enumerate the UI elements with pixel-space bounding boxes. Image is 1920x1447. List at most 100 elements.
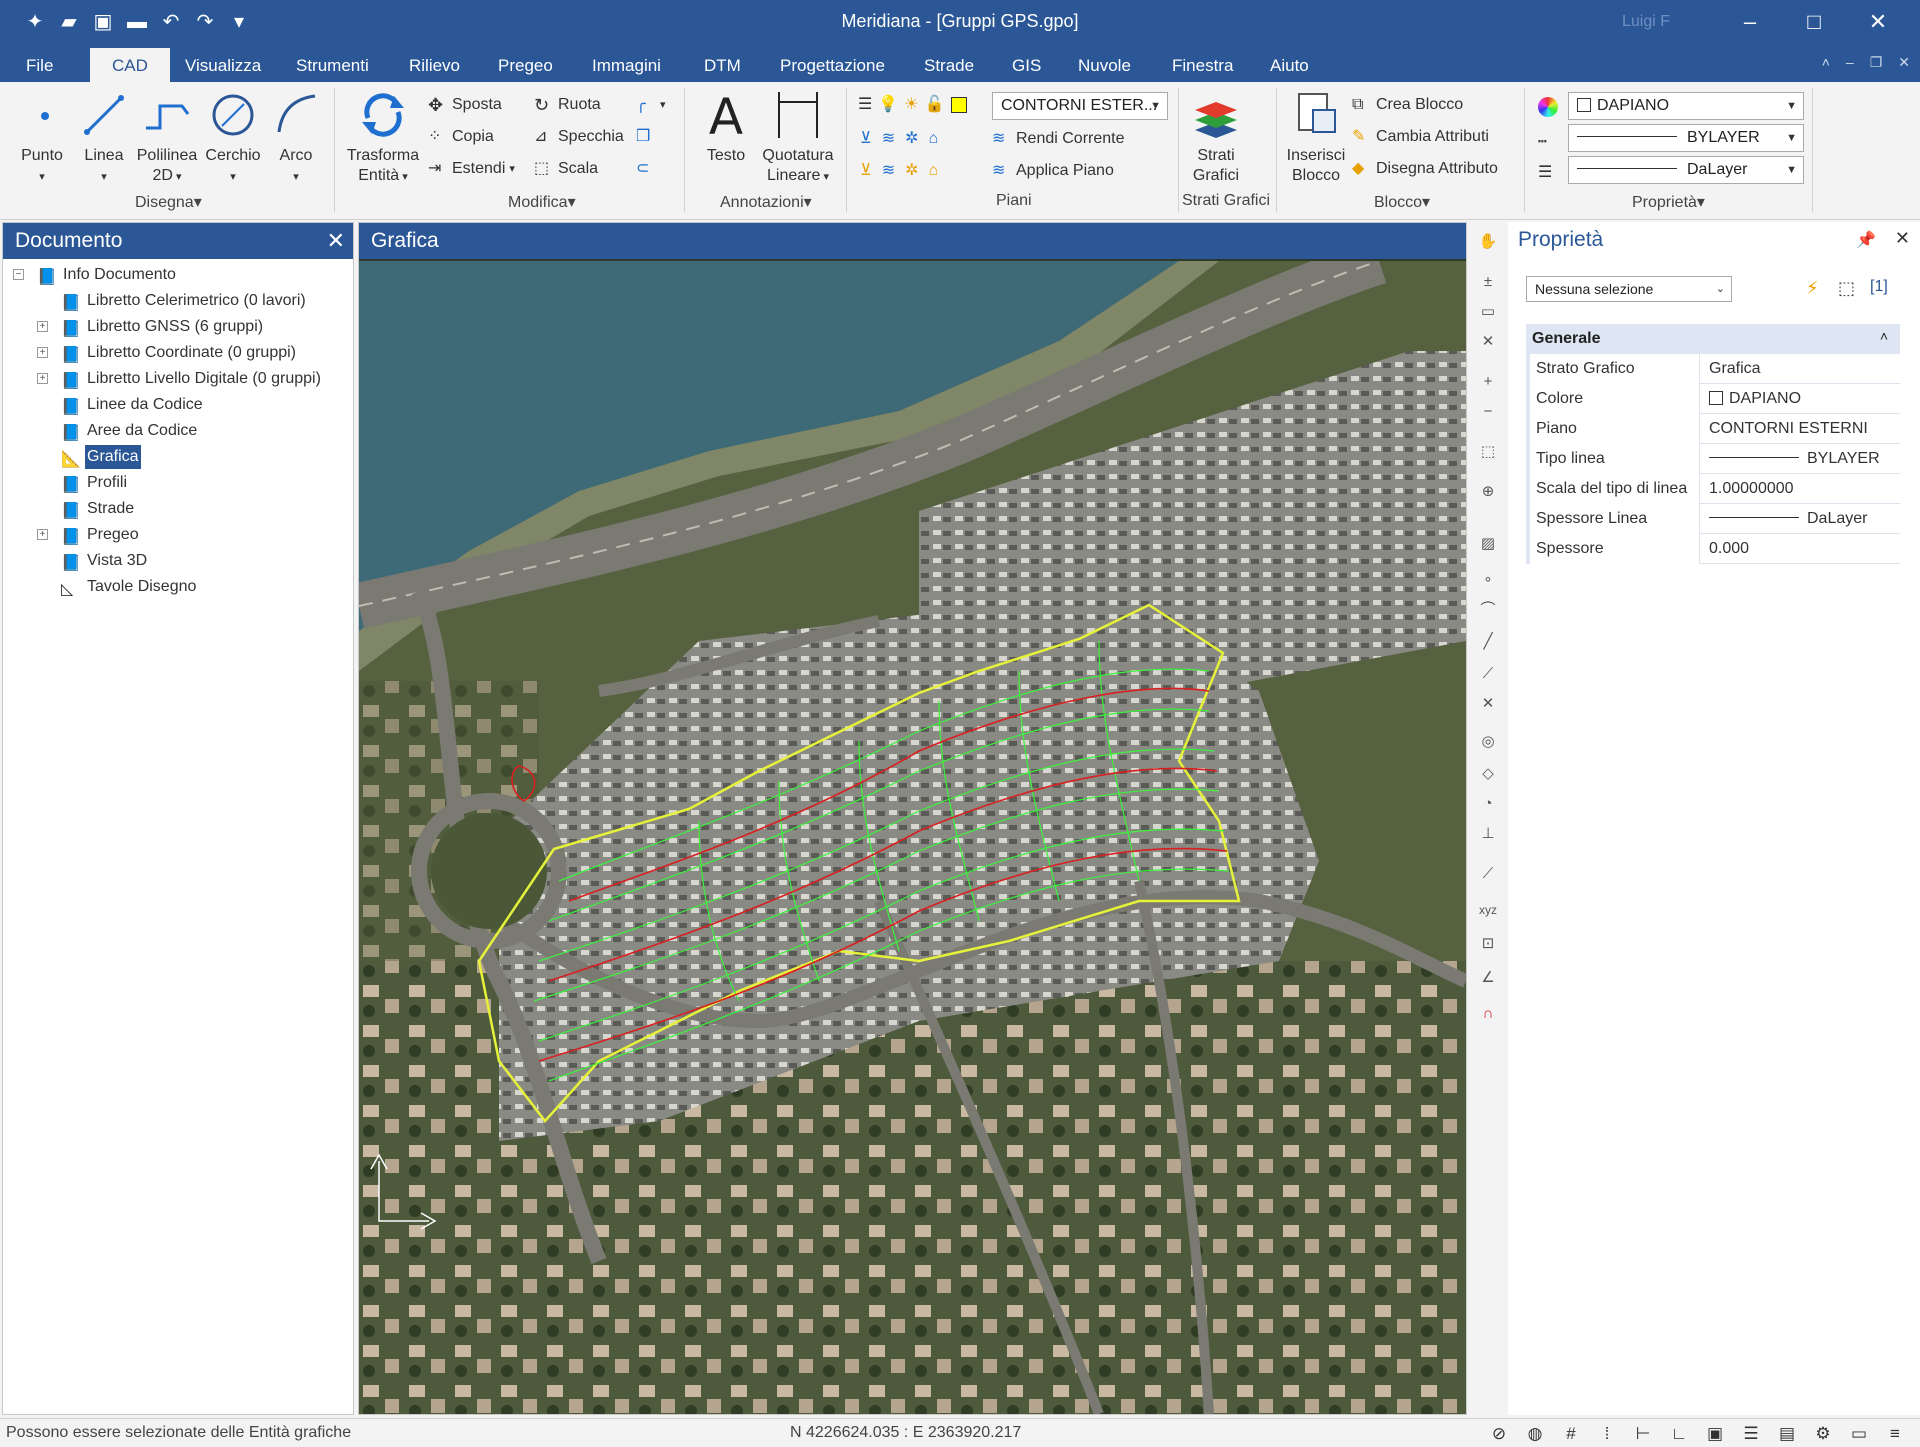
zoom-extents-icon[interactable]: ✕ <box>1476 330 1500 354</box>
prop-row-spessore[interactable]: Spessore 0.000 <box>1530 534 1900 564</box>
selection-combo[interactable]: Nessuna selezione ⌄ <box>1526 276 1732 302</box>
prop-row-piano[interactable]: Piano CONTORNI ESTERNI <box>1530 414 1900 444</box>
menu-cad[interactable]: CAD <box>90 48 170 82</box>
pan-hand-icon[interactable]: ✋ <box>1476 230 1500 254</box>
menu-visualizza[interactable]: Visualizza <box>185 44 261 82</box>
snap-tangent-icon[interactable]: ◔ <box>1476 792 1500 816</box>
arco-button[interactable]: Arco ▾ <box>268 88 324 187</box>
prop-value[interactable]: 0.000 <box>1701 534 1899 564</box>
orbit-icon[interactable]: ⊕ <box>1476 480 1500 504</box>
applica-piano-button[interactable]: ≋ Applica Piano <box>992 158 1114 184</box>
snap-grid-icon[interactable]: ▨ <box>1476 532 1500 556</box>
menu-immagini[interactable]: Immagini <box>592 44 661 82</box>
linea-button[interactable]: Linea ▾ <box>76 88 132 187</box>
disegna-attributo-button[interactable]: ◆ Disegna Attributo <box>1352 156 1498 182</box>
close-icon[interactable]: ✕ <box>1846 6 1910 38</box>
menu-nuvole[interactable]: Nuvole <box>1078 44 1131 82</box>
menu-rilievo[interactable]: Rilievo <box>409 44 460 82</box>
strati-grafici-button[interactable]: Strati Grafici <box>1184 88 1248 186</box>
polar-icon[interactable]: ∟ <box>1664 1422 1694 1446</box>
layout-icon[interactable]: ▣ <box>1700 1422 1730 1446</box>
snap-point-icon[interactable]: ∘ <box>1476 568 1500 592</box>
magnet-icon[interactable]: ∩ <box>1476 1002 1500 1026</box>
map-drawing[interactable] <box>359 261 1466 1414</box>
prop-row-strato-grafico[interactable]: Strato Grafico Grafica <box>1530 354 1900 384</box>
map-canvas[interactable] <box>359 261 1466 1414</box>
menu-dtm[interactable]: DTM <box>704 44 741 82</box>
maximize-icon[interactable]: □ <box>1782 6 1846 38</box>
close-icon[interactable]: ✕ <box>327 223 345 259</box>
menu-finestra[interactable]: Finestra <box>1172 44 1233 82</box>
snap-center-icon[interactable]: ◎ <box>1476 730 1500 754</box>
doc-restore-icon[interactable]: ❐ <box>1870 54 1883 71</box>
trasforma-entita-button[interactable]: Trasforma Entità ▾ <box>340 88 426 187</box>
minimize-icon[interactable]: – <box>1718 6 1782 38</box>
user-name[interactable]: Luigi F <box>1622 13 1670 31</box>
menu-aiuto[interactable]: Aiuto <box>1270 44 1309 82</box>
ribbon-collapse-icon[interactable]: ˄ <box>1822 54 1830 71</box>
snap-midpoint-icon[interactable]: ⟋ <box>1476 662 1500 686</box>
zoom-window-icon[interactable]: ± <box>1476 270 1500 294</box>
settings-icon[interactable]: ⚙ <box>1808 1422 1838 1446</box>
zoom-in-icon[interactable]: + <box>1476 370 1500 394</box>
layer-tool-icon[interactable]: ✲ <box>905 126 918 152</box>
expand-icon[interactable]: + <box>37 529 48 540</box>
snap-perpendicular-icon[interactable]: ⊥ <box>1476 822 1500 846</box>
current-layer-combo[interactable]: CONTORNI ESTER... ▼ <box>992 92 1168 120</box>
prop-value[interactable]: Grafica <box>1701 354 1899 384</box>
lineweight-toggle-icon[interactable]: ☰ <box>1736 1422 1766 1446</box>
prop-row-scala-tipo-linea[interactable]: Scala del tipo di linea 1.00000000 <box>1530 474 1900 504</box>
prop-value-color[interactable]: DAPIANO <box>1701 384 1899 414</box>
quotatura-lineare-button[interactable]: Quotatura Lineare ▾ <box>758 88 838 187</box>
snap-intersection-icon[interactable]: ✕ <box>1476 692 1500 716</box>
snap-quadrant-icon[interactable]: ◇ <box>1476 762 1500 786</box>
prop-row-tipo-linea[interactable]: Tipo linea BYLAYER <box>1530 444 1900 474</box>
prop-value[interactable]: CONTORNI ESTERNI <box>1701 414 1899 444</box>
fillet-button[interactable]: ╭ ▾ <box>636 92 666 118</box>
color-combo[interactable]: DAPIANO ▼ <box>1568 92 1804 120</box>
doc-minimize-icon[interactable]: – <box>1846 54 1854 71</box>
crea-blocco-button[interactable]: ⧉ Crea Blocco <box>1352 92 1463 118</box>
estendi-button[interactable]: ⇥ Estendi ▾ <box>428 156 515 182</box>
cambia-attributi-button[interactable]: ✎ Cambia Attributi <box>1352 124 1489 150</box>
menu-progettazione[interactable]: Progettazione <box>780 44 885 82</box>
layer-color-swatch[interactable] <box>950 97 967 113</box>
snap-nearest-icon[interactable]: ⟋ <box>1476 862 1500 886</box>
inserisci-blocco-button[interactable]: Inserisci Blocco <box>1284 88 1348 186</box>
layer-tool-icon[interactable]: ✲ <box>905 158 918 184</box>
snap-node-icon[interactable]: ⌒ <box>1476 598 1500 622</box>
polilinea-button[interactable]: Polilinea 2D ▾ <box>134 88 200 187</box>
layer-list-icon[interactable]: ☰ <box>858 92 872 118</box>
sposta-button[interactable]: ✥ Sposta <box>428 92 502 118</box>
rendi-corrente-button[interactable]: ≋ Rendi Corrente <box>992 126 1125 152</box>
prop-value[interactable]: 1.00000000 <box>1701 474 1899 504</box>
quick-select-icon[interactable]: ⚡ <box>1806 278 1819 299</box>
doc-close-icon[interactable]: ✕ <box>1898 54 1910 71</box>
array-button[interactable]: ❒ <box>636 124 656 150</box>
layer-tool-icon[interactable]: ⊻ <box>860 158 872 184</box>
select-objects-icon[interactable]: ⬚ <box>1838 278 1855 299</box>
layer-tool-icon[interactable]: ≋ <box>882 158 895 184</box>
monitor-icon[interactable]: ▭ <box>1844 1422 1874 1446</box>
expand-icon[interactable]: + <box>37 373 48 384</box>
layer-tool-icon[interactable]: ⊻ <box>860 126 872 152</box>
ortho-icon[interactable]: ⊢ <box>1628 1422 1658 1446</box>
bulb-icon[interactable]: 💡 <box>878 92 898 118</box>
menu-strade[interactable]: Strade <box>924 44 974 82</box>
zoom-out-icon[interactable]: − <box>1476 400 1500 424</box>
expand-icon[interactable]: + <box>37 321 48 332</box>
sun-icon[interactable]: ☀ <box>904 92 918 118</box>
angle-icon[interactable]: ∠ <box>1476 966 1500 990</box>
copia-button[interactable]: ⁘ Copia <box>428 124 494 150</box>
prop-value-linetype[interactable]: BYLAYER <box>1701 444 1899 474</box>
layer-toggle-icon[interactable]: ▤ <box>1772 1422 1802 1446</box>
prop-value-lineweight[interactable]: DaLayer <box>1701 504 1899 534</box>
linetype-combo[interactable]: BYLAYER ▼ <box>1568 124 1804 152</box>
xyz-input-icon[interactable]: xyz <box>1476 898 1500 922</box>
prop-row-colore[interactable]: Colore DAPIANO <box>1530 384 1900 414</box>
globe-icon[interactable]: ◍ <box>1520 1422 1550 1446</box>
pin-icon[interactable]: 📌 <box>1856 230 1876 250</box>
layer-tool-icon[interactable]: ⌂ <box>929 126 939 152</box>
expand-icon[interactable]: + <box>37 347 48 358</box>
snap-dots-icon[interactable]: ⁞ <box>1592 1422 1622 1446</box>
